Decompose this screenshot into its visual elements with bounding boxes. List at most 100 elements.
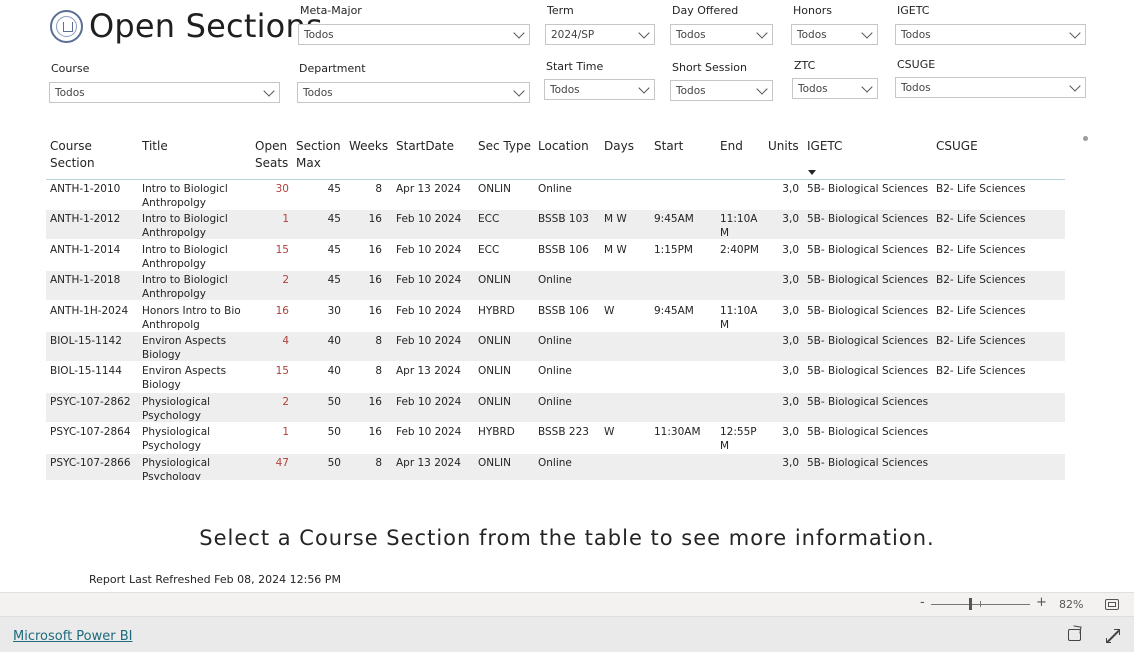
col-header-start-date[interactable]: StartDate xyxy=(396,138,454,155)
short-session-dropdown[interactable]: Todos xyxy=(670,80,773,101)
cell-location: Online xyxy=(538,183,572,195)
zoom-bar: - + 82% xyxy=(0,592,1134,616)
slicer-label: Term xyxy=(547,4,574,17)
cell-open-seats: 1 xyxy=(282,213,289,226)
col-header-course-section[interactable]: Course Section xyxy=(50,138,95,172)
cell-location: BSSB 106 xyxy=(538,304,589,317)
slicer-label: Meta-Major xyxy=(300,4,362,17)
cell-end: 12:55P M xyxy=(720,426,757,453)
col-header-units[interactable]: Units xyxy=(768,138,799,155)
cell-section-max: 45 xyxy=(327,243,341,256)
cell-course-section: PSYC-107-2862 xyxy=(50,395,131,408)
meta-major-dropdown[interactable]: Todos xyxy=(298,24,530,45)
chevron-down-icon xyxy=(861,27,873,39)
dropdown-value: Todos xyxy=(303,87,333,99)
cell-end: 11:10A M xyxy=(720,213,758,240)
col-header-open-seats[interactable]: Open Seats xyxy=(255,138,288,172)
dropdown-value: Todos xyxy=(550,84,580,96)
cell-start-date: Apr 13 2024 xyxy=(396,456,461,469)
day-offered-dropdown[interactable]: Todos xyxy=(670,24,773,45)
cell-days: W xyxy=(604,304,615,317)
table-row[interactable]: ANTH-1-2010 Intro to Biologicl Anthropolg… xyxy=(46,180,1065,210)
col-header-csuge[interactable]: CSUGE xyxy=(936,138,978,155)
cell-section-max: 45 xyxy=(327,213,341,226)
powerbi-link[interactable]: Microsoft Power BI xyxy=(13,629,132,644)
col-header-days[interactable]: Days xyxy=(604,138,634,155)
cell-course-section: ANTH-1-2010 xyxy=(50,183,121,195)
cell-location: BSSB 223 xyxy=(538,426,589,439)
dropdown-value: Todos xyxy=(304,29,334,41)
cell-title: Intro to Biologicl Anthropolgy xyxy=(142,243,228,270)
cell-start: 9:45AM xyxy=(654,304,694,317)
course-dropdown[interactable]: Todos xyxy=(49,82,280,103)
slicer-honors: Honors Todos xyxy=(791,4,878,46)
table-row[interactable]: ANTH-1-2014 Intro to Biologicl Anthropolg… xyxy=(46,241,1065,271)
slicer-label: Honors xyxy=(793,4,832,17)
table-row[interactable]: PSYC-107-2864 Physiological Psychology 1 50… xyxy=(46,423,1065,454)
cell-igetc: 5B- Biological Sciences xyxy=(807,304,929,317)
table-row[interactable]: ANTH-1-2018 Intro to Biologicl Anthropolg… xyxy=(46,271,1065,302)
col-header-title[interactable]: Title xyxy=(142,138,168,155)
col-header-start[interactable]: Start xyxy=(654,138,683,155)
cell-csuge: B2- Life Sciences xyxy=(936,365,1026,378)
table-row[interactable]: PSYC-107-2862 Physiological Psychology 2 50… xyxy=(46,392,1065,423)
table-row[interactable]: PSYC-107-2866 Physiological Psychology 47 5… xyxy=(46,453,1065,480)
fit-to-page-icon[interactable] xyxy=(1105,599,1119,610)
zoom-in-button[interactable]: + xyxy=(1036,595,1047,610)
cell-start: 9:45AM xyxy=(654,213,694,226)
igetc-dropdown[interactable]: Todos xyxy=(895,24,1086,45)
cell-weeks: 8 xyxy=(375,335,382,347)
zoom-out-button[interactable]: - xyxy=(920,595,925,610)
share-icon[interactable] xyxy=(1068,629,1081,641)
term-dropdown[interactable]: 2024/SP xyxy=(545,24,655,45)
cell-start-date: Feb 10 2024 xyxy=(396,304,462,317)
col-header-location[interactable]: Location xyxy=(538,138,589,155)
cell-title: Physiological Psychology xyxy=(142,395,211,422)
cell-igetc: 5B- Biological Sciences xyxy=(807,335,929,347)
cell-weeks: 8 xyxy=(375,456,382,469)
slicer-label: Start Time xyxy=(546,60,604,73)
honors-dropdown[interactable]: Todos xyxy=(791,24,878,45)
cell-course-section: PSYC-107-2866 xyxy=(50,456,131,469)
ztc-dropdown[interactable]: Todos xyxy=(792,78,878,99)
cell-course-section: BIOL-15-1144 xyxy=(50,365,122,378)
department-dropdown[interactable]: Todos xyxy=(297,82,530,103)
cell-open-seats: 1 xyxy=(282,426,289,439)
cell-open-seats: 15 xyxy=(275,365,289,378)
slicer-label: CSUGE xyxy=(897,58,936,71)
slicer-label: Department xyxy=(299,62,366,75)
cell-igetc: 5B- Biological Sciences xyxy=(807,395,929,408)
table-row[interactable]: BIOL-15-1142 Environ Aspects Biology 4 40 8 F… xyxy=(46,332,1065,362)
dropdown-value: Todos xyxy=(901,29,931,41)
col-header-sec-type[interactable]: Sec Type xyxy=(478,138,531,155)
cell-weeks: 16 xyxy=(368,395,382,408)
chevron-down-icon xyxy=(513,27,525,39)
col-header-section-max[interactable]: Section Max xyxy=(296,138,341,172)
last-refreshed-text: Report Last Refreshed Feb 08, 2024 12:56… xyxy=(89,573,341,586)
cell-units: 3,0 xyxy=(782,304,799,317)
cell-course-section: PSYC-107-2864 xyxy=(50,426,131,439)
scrollbar-thumb[interactable] xyxy=(1083,136,1088,141)
cell-days: W xyxy=(604,426,615,439)
table-row[interactable]: BIOL-15-1144 Environ Aspects Biology 15 40 8… xyxy=(46,362,1065,393)
cell-sec-type: ECC xyxy=(478,213,500,226)
table-row[interactable]: ANTH-1-2012 Intro to Biologicl Anthropolg… xyxy=(46,210,1065,241)
cell-sec-type: ONLIN xyxy=(478,456,511,469)
slicer-term: Term 2024/SP xyxy=(545,4,655,46)
slicer-label: Short Session xyxy=(672,61,747,74)
chevron-down-icon xyxy=(638,82,650,94)
col-header-weeks[interactable]: Weeks xyxy=(349,138,388,155)
col-header-igetc[interactable]: IGETC xyxy=(807,138,842,155)
start-time-dropdown[interactable]: Todos xyxy=(544,79,655,100)
col-header-end[interactable]: End xyxy=(720,138,743,155)
dropdown-value: 2024/SP xyxy=(551,29,595,41)
zoom-slider-thumb[interactable] xyxy=(969,598,972,610)
cell-csuge: B2- Life Sciences xyxy=(936,183,1026,195)
csuge-dropdown[interactable]: Todos xyxy=(895,77,1086,98)
chevron-down-icon xyxy=(1069,27,1081,39)
chevron-down-icon xyxy=(513,85,525,97)
cell-start-date: Feb 10 2024 xyxy=(396,243,462,256)
table-row[interactable]: ANTH-1H-2024 Honors Intro to Bio Anthropo… xyxy=(46,302,1065,332)
fullscreen-icon[interactable] xyxy=(1106,629,1120,643)
chevron-down-icon xyxy=(756,83,768,95)
